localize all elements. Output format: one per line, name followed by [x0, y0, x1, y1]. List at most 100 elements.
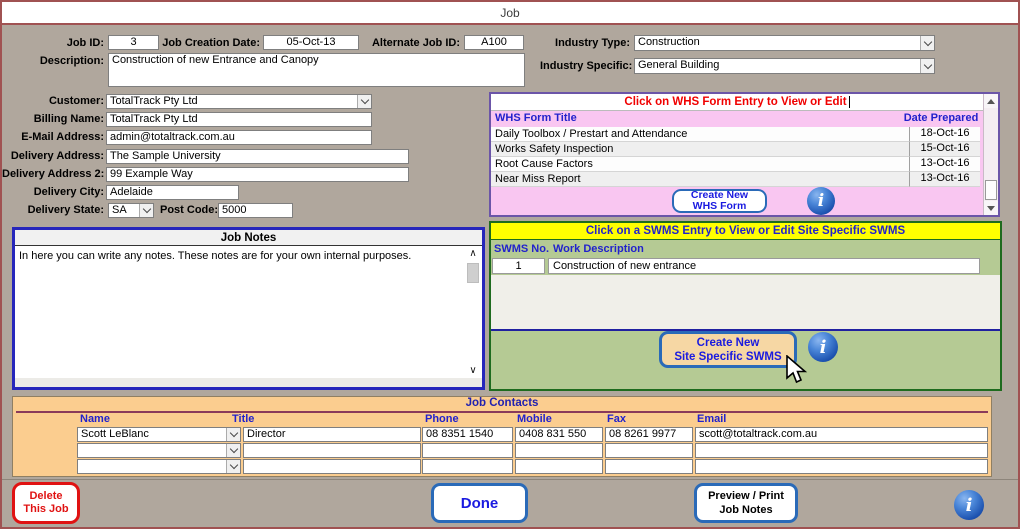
chevron-down-icon[interactable] — [226, 444, 240, 457]
delivery-address2-field[interactable]: 99 Example Way — [106, 167, 409, 182]
swms-desc-cell[interactable]: Construction of new entrance — [548, 258, 980, 274]
delivery-address-label: Delivery Address: — [6, 150, 104, 162]
job-contacts-panel: Job Contacts Name Title Phone Mobile Fax… — [12, 396, 992, 477]
contact-phone-field[interactable] — [422, 459, 513, 474]
scroll-up-icon[interactable]: ∧ — [466, 249, 480, 259]
job-contacts-title: Job Contacts — [13, 397, 991, 409]
scroll-up-icon[interactable] — [984, 94, 998, 108]
contact-fax-field[interactable] — [605, 443, 693, 458]
contact-phone-field[interactable]: 08 8351 1540 — [422, 427, 513, 442]
customer-select[interactable]: TotalTrack Pty Ltd — [106, 94, 372, 109]
customer-value: TotalTrack Pty Ltd — [110, 95, 198, 107]
post-code-label: Post Code: — [160, 204, 215, 216]
email-field[interactable]: admin@totaltrack.com.au — [106, 130, 372, 145]
text-caret — [849, 96, 850, 108]
contact-mobile-field[interactable] — [515, 459, 603, 474]
scroll-down-icon[interactable] — [984, 201, 998, 215]
footer-separator — [2, 479, 1018, 480]
alternate-job-id-field[interactable]: A100 — [464, 35, 524, 50]
contact-name-select[interactable] — [77, 459, 241, 474]
contact-title-field[interactable]: Director — [243, 427, 421, 442]
whs-row[interactable]: Root Cause Factors 13-Oct-16 — [491, 157, 983, 172]
contact-mobile-field[interactable] — [515, 443, 603, 458]
industry-specific-select[interactable]: General Building — [634, 58, 935, 74]
create-swms-line1: Create New — [697, 336, 760, 350]
creation-date-field[interactable]: 05-Oct-13 — [263, 35, 359, 50]
scroll-down-icon[interactable]: ∨ — [466, 366, 480, 376]
job-id-field[interactable]: 3 — [108, 35, 159, 50]
footer-info-icon[interactable]: i — [954, 490, 984, 520]
whs-form-title[interactable]: Daily Toolbox / Prestart and Attendance — [491, 127, 909, 142]
description-field[interactable]: Construction of new Entrance and Canopy — [108, 53, 525, 87]
contact-title-field[interactable] — [243, 443, 421, 458]
job-id-label: Job ID: — [30, 37, 104, 49]
job-notes-textarea[interactable]: In here you can write any notes. These n… — [15, 247, 465, 378]
swms-info-icon[interactable]: i — [808, 332, 838, 362]
swms-col-desc: Work Description — [553, 243, 644, 255]
contact-fax-field[interactable]: 08 8261 9977 — [605, 427, 693, 442]
creation-date-label: Job Creation Date: — [160, 37, 260, 49]
create-whs-line2: WHS Form — [693, 201, 747, 212]
chevron-down-icon[interactable] — [920, 59, 934, 73]
billing-name-field[interactable]: TotalTrack Pty Ltd — [106, 112, 372, 127]
whs-form-title[interactable]: Works Safety Inspection — [491, 142, 909, 157]
chevron-down-icon[interactable] — [139, 204, 153, 217]
delivery-city-label: Delivery City: — [18, 186, 104, 198]
industry-specific-label: Industry Specific: — [540, 60, 630, 72]
billing-name-label: Billing Name: — [18, 113, 104, 125]
whs-scrollbar[interactable] — [983, 94, 998, 215]
swms-no-cell[interactable]: 1 — [492, 258, 545, 274]
create-new-site-specific-swms-button[interactable]: Create New Site Specific SWMS — [659, 331, 797, 368]
whs-col-title: WHS Form Title — [495, 112, 577, 124]
whs-form-title[interactable]: Near Miss Report — [491, 172, 909, 187]
whs-row[interactable]: Near Miss Report 13-Oct-16 — [491, 172, 983, 187]
preview-print-job-notes-button[interactable]: Preview / Print Job Notes — [694, 483, 798, 523]
notes-bottom-strip — [15, 378, 482, 387]
whs-column-headers: WHS Form Title Date Prepared — [491, 112, 983, 127]
email-label: E-Mail Address: — [10, 131, 104, 143]
swms-instruction-text: Click on a SWMS Entry to View or Edit Si… — [586, 225, 905, 237]
contact-name-select[interactable]: Scott LeBlanc — [77, 427, 241, 442]
contact-email-field[interactable] — [695, 459, 988, 474]
whs-info-icon[interactable]: i — [807, 187, 835, 215]
swms-empty-area — [491, 275, 1000, 329]
contact-email-field[interactable]: scott@totaltrack.com.au — [695, 427, 988, 442]
delete-this-job-button[interactable]: Delete This Job — [12, 482, 80, 524]
create-new-whs-form-button[interactable]: Create New WHS Form — [672, 189, 767, 213]
delivery-state-select[interactable]: SA — [108, 203, 154, 218]
done-button[interactable]: Done — [431, 483, 528, 523]
contacts-col-name: Name — [80, 413, 110, 425]
delivery-city-field[interactable]: Adelaide — [106, 185, 239, 200]
contact-title-field[interactable] — [243, 459, 421, 474]
contact-mobile-field[interactable]: 0408 831 550 — [515, 427, 603, 442]
whs-forms-panel: Click on WHS Form Entry to View or Edit … — [489, 92, 1000, 217]
delivery-address-field[interactable]: The Sample University — [106, 149, 409, 164]
chevron-down-icon[interactable] — [226, 428, 240, 441]
scrollbar-thumb[interactable] — [985, 180, 997, 200]
post-code-field[interactable]: 5000 — [218, 203, 293, 218]
alternate-job-id-label: Alternate Job ID: — [370, 37, 460, 49]
whs-date-prepared[interactable]: 18-Oct-16 — [909, 127, 980, 142]
delivery-state-label: Delivery State: — [14, 204, 104, 216]
whs-date-prepared[interactable]: 15-Oct-16 — [909, 142, 980, 157]
chevron-down-icon[interactable] — [226, 460, 240, 473]
delivery-state-value: SA — [112, 204, 127, 216]
industry-type-select[interactable]: Construction — [634, 35, 935, 51]
contacts-title-underline — [16, 411, 988, 413]
whs-row[interactable]: Daily Toolbox / Prestart and Attendance … — [491, 127, 983, 142]
chevron-down-icon[interactable] — [920, 36, 934, 50]
swms-instruction: Click on a SWMS Entry to View or Edit Si… — [491, 223, 1000, 240]
whs-instruction[interactable]: Click on WHS Form Entry to View or Edit — [491, 94, 983, 111]
description-label: Description: — [30, 55, 104, 67]
notes-scrollbar[interactable]: ∧ ∨ — [466, 249, 480, 376]
contact-phone-field[interactable] — [422, 443, 513, 458]
whs-row[interactable]: Works Safety Inspection 15-Oct-16 — [491, 142, 983, 157]
whs-form-title[interactable]: Root Cause Factors — [491, 157, 909, 172]
chevron-down-icon[interactable] — [357, 95, 371, 108]
whs-date-prepared[interactable]: 13-Oct-16 — [909, 172, 980, 187]
contact-name-select[interactable] — [77, 443, 241, 458]
contact-fax-field[interactable] — [605, 459, 693, 474]
scrollbar-thumb[interactable] — [467, 263, 479, 283]
whs-date-prepared[interactable]: 13-Oct-16 — [909, 157, 980, 172]
contact-email-field[interactable] — [695, 443, 988, 458]
